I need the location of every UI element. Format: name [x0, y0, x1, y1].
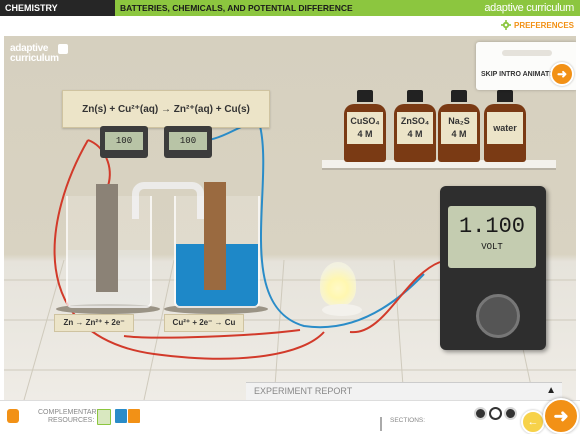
reaction-equation: Zn(s) + Cu²⁺(aq) → Zn²⁺(aq) + Cu(s): [62, 90, 270, 128]
bottle-name: Na₂S: [448, 116, 470, 126]
page-title: BATTERIES, CHEMICALS, AND POTENTIAL DIFF…: [120, 3, 353, 13]
simulation-stage: adaptive curriculum Zn(s) + Cu²⁺(aq) → Z…: [4, 36, 576, 400]
multimeter-display: 1.100 VOLT: [448, 206, 536, 268]
voltmeter-right: 100: [164, 126, 212, 158]
bottle-name: CuSO₄: [350, 116, 380, 126]
bottle-cuso4[interactable]: CuSO₄ 4 M: [344, 90, 386, 162]
experiment-report-tab[interactable]: EXPERIMENT REPORT ▲: [246, 382, 562, 400]
bulb-socket: [322, 304, 362, 316]
bottle-znso4[interactable]: ZnSO₄ 4 M: [394, 90, 436, 162]
bottle-water[interactable]: water: [484, 90, 526, 162]
app-header: CHEMISTRY BATTERIES, CHEMICALS, AND POTE…: [0, 0, 580, 16]
bottle-label: Na₂S 4 M: [441, 112, 477, 144]
bottle-concentration: 4 M: [357, 129, 373, 139]
half-reaction-right: Cu²⁺ + 2e⁻ → Cu: [164, 314, 244, 332]
preferences-bar: PREFERENCES: [0, 16, 580, 36]
multimeter-unit: VOLT: [481, 242, 503, 252]
bottle-label: water: [487, 112, 523, 144]
arrow-right-icon: ➜: [553, 406, 569, 426]
subject-label: CHEMISTRY: [0, 0, 115, 16]
checklist-icon[interactable]: [97, 409, 111, 425]
arrow-up-icon: ▲: [546, 385, 556, 396]
title-bar: BATTERIES, CHEMICALS, AND POTENTIAL DIFF…: [115, 0, 580, 16]
zinc-electrode[interactable]: [96, 184, 118, 292]
voltmeter-left-reading: 100: [105, 132, 143, 150]
light-bulb: [320, 262, 356, 306]
experiment-report-label: EXPERIMENT REPORT: [254, 386, 353, 396]
bottle-cap: [451, 90, 467, 102]
notes-icon[interactable]: [128, 409, 140, 423]
brand-logo: adaptive curriculum: [484, 2, 574, 14]
skip-panel-decoration: [502, 50, 552, 56]
sections-label: SECTIONS:: [390, 417, 426, 424]
bottle-na2s[interactable]: Na₂S 4 M: [438, 90, 480, 162]
section-dot-3[interactable]: [504, 407, 517, 420]
preferences-button[interactable]: PREFERENCES: [500, 20, 574, 30]
bottom-bar: COMPLEMENTARY RESOURCES: SECTIONS: ← ➜: [0, 398, 580, 434]
bottle-cap: [407, 90, 423, 102]
preferences-label: PREFERENCES: [513, 20, 574, 30]
voltmeter-right-reading: 100: [169, 132, 207, 150]
multimeter[interactable]: 1.100 VOLT: [440, 186, 546, 350]
bottle-concentration: 4 M: [407, 129, 423, 139]
resources-label: COMPLEMENTARY RESOURCES:: [38, 409, 101, 425]
section-dot-2[interactable]: [489, 407, 502, 420]
skip-intro-button[interactable]: ➜: [550, 62, 574, 86]
sections-divider: [380, 417, 382, 431]
bottle-name: water: [493, 123, 517, 133]
resources-label-line2: RESOURCES:: [48, 417, 95, 424]
back-button[interactable]: ←: [521, 410, 545, 434]
bottle-label: CuSO₄ 4 M: [347, 112, 383, 144]
bottle-name: ZnSO₄: [400, 116, 430, 126]
resources-label-line1: COMPLEMENTARY: [38, 409, 102, 416]
gear-icon: [500, 20, 511, 30]
bottle-concentration: 4 M: [451, 129, 467, 139]
arrow-right-icon: ➜: [556, 67, 568, 81]
document-icon[interactable]: [115, 409, 127, 423]
multimeter-dial[interactable]: [476, 294, 520, 338]
arrow-left-icon: ←: [527, 416, 539, 428]
bottle-label: ZnSO₄ 4 M: [397, 112, 433, 144]
half-reaction-left: Zn → Zn²⁺ + 2e⁻: [54, 314, 134, 332]
section-dot-1[interactable]: [474, 407, 487, 420]
skip-intro-panel: SKIP INTRO ANIMATION ➜: [476, 42, 576, 90]
multimeter-value: 1.100: [458, 214, 525, 239]
copper-electrode[interactable]: [204, 182, 226, 290]
resource-icon[interactable]: [7, 409, 19, 423]
bottle-cap: [357, 90, 373, 102]
bottle-cap: [497, 90, 513, 102]
next-button[interactable]: ➜: [543, 398, 579, 434]
voltmeter-left: 100: [100, 126, 148, 158]
